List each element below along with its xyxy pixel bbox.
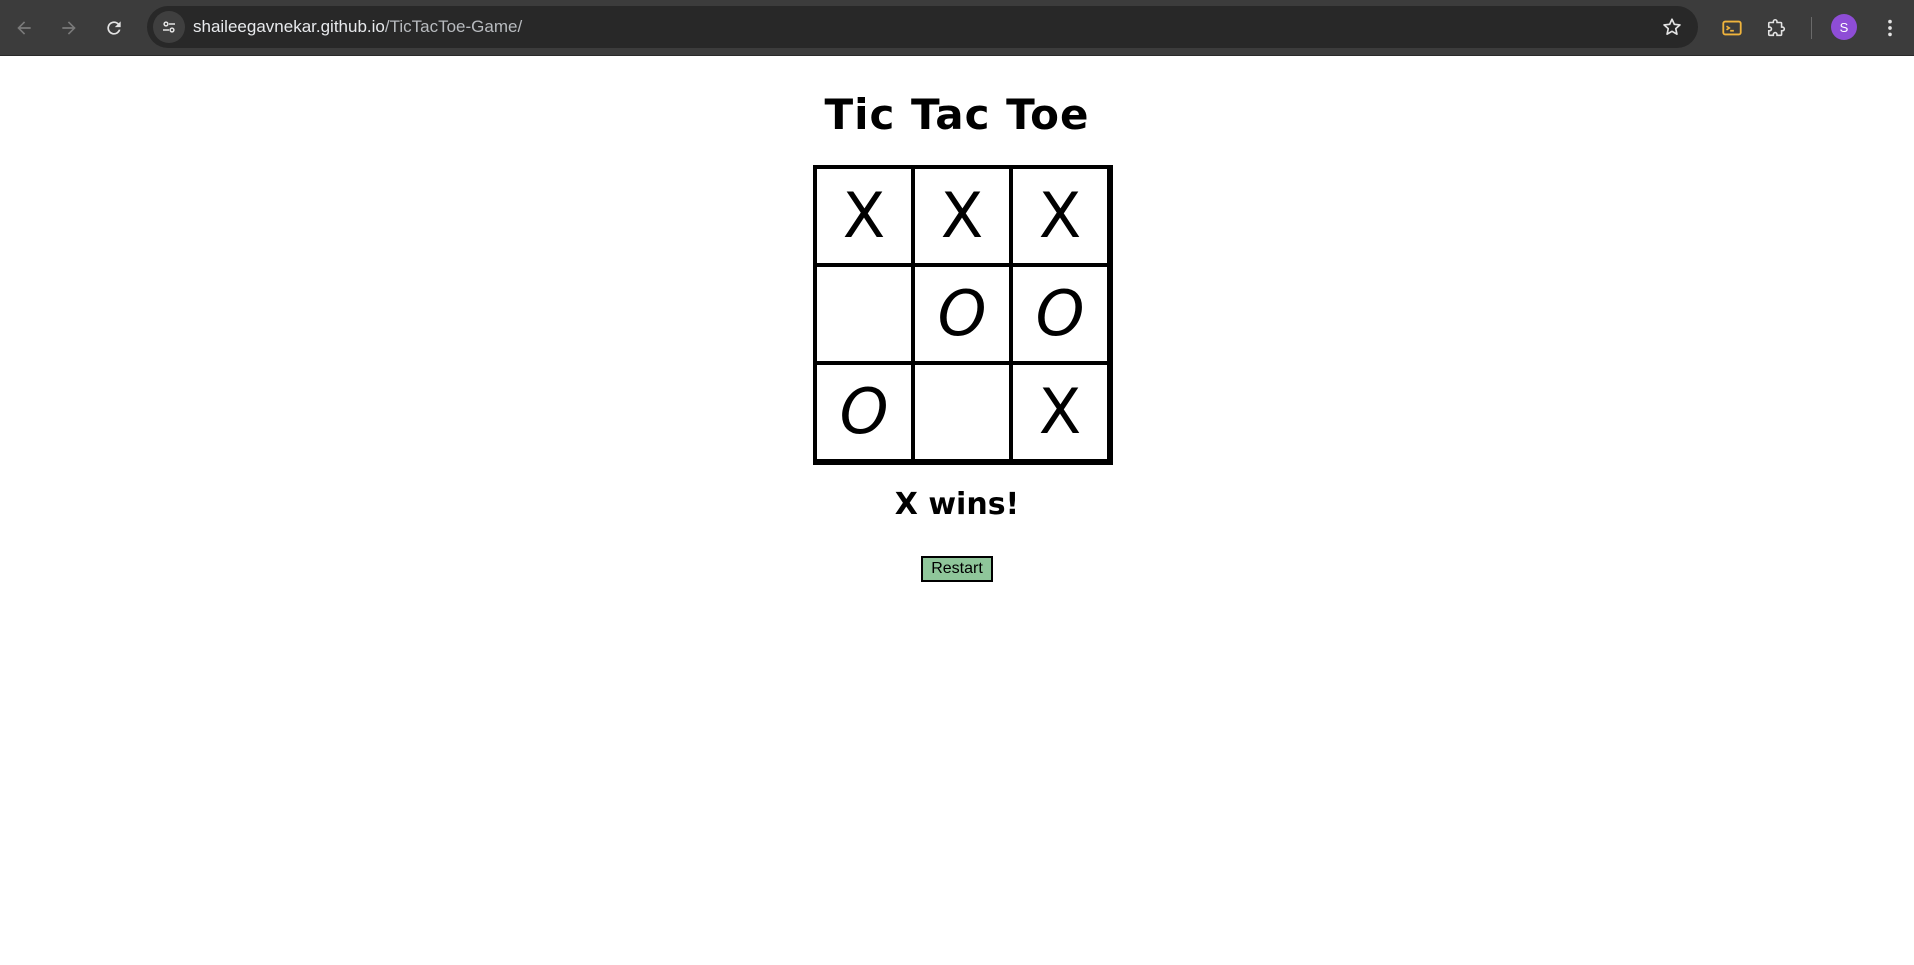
board-cell[interactable]: X <box>913 167 1011 265</box>
extensions-button[interactable] <box>1763 14 1791 42</box>
page-title: Tic Tac Toe <box>824 90 1090 139</box>
board-cell[interactable]: O <box>1011 265 1109 363</box>
reload-button[interactable] <box>96 10 132 46</box>
board-cell[interactable]: O <box>815 363 913 461</box>
board-cell[interactable] <box>913 363 1011 461</box>
extension-button[interactable] <box>1718 14 1746 42</box>
restart-button[interactable]: Restart <box>921 556 993 582</box>
page-content: Tic Tac Toe XXXOOOX X wins! Restart <box>0 57 1914 965</box>
toolbar-divider <box>1811 17 1812 39</box>
board-cell[interactable]: O <box>913 265 1011 363</box>
game-board: XXXOOOX <box>813 165 1113 465</box>
url-path: /TicTacToe-Game/ <box>384 17 523 36</box>
board-cell[interactable]: X <box>1011 167 1109 265</box>
back-button[interactable] <box>6 10 42 46</box>
board-cell[interactable]: X <box>1011 363 1109 461</box>
bookmark-button[interactable] <box>1660 15 1684 39</box>
site-info-button[interactable] <box>153 11 185 43</box>
game-status: X wins! <box>894 487 1020 522</box>
cast-icon <box>1722 20 1742 36</box>
forward-button[interactable] <box>51 10 87 46</box>
tune-icon <box>163 21 175 33</box>
url-text[interactable]: shaileegavnekar.github.io/TicTacToe-Game… <box>193 17 522 37</box>
address-bar[interactable]: shaileegavnekar.github.io/TicTacToe-Game… <box>147 6 1698 48</box>
url-host: shaileegavnekar.github.io <box>193 17 385 36</box>
arrow-left-icon <box>17 21 31 35</box>
browser-toolbar: shaileegavnekar.github.io/TicTacToe-Game… <box>0 0 1914 56</box>
puzzle-icon <box>1767 18 1786 37</box>
kebab-menu-icon <box>1888 19 1892 37</box>
board-cell[interactable] <box>815 265 913 363</box>
arrow-right-icon <box>62 21 76 35</box>
star-icon <box>1663 18 1681 35</box>
menu-button[interactable] <box>1876 14 1904 42</box>
board-cell[interactable]: X <box>815 167 913 265</box>
reload-icon <box>107 21 121 35</box>
profile-avatar[interactable]: S <box>1831 14 1857 40</box>
